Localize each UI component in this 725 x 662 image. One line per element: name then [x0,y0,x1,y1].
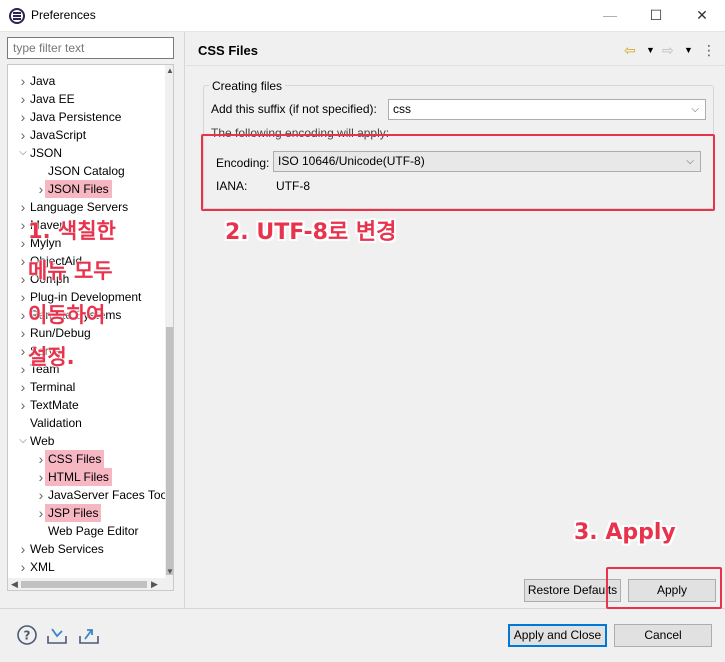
page-title: CSS Files [198,43,258,58]
suffix-value: css [393,102,411,116]
chevron-right-icon[interactable]: › [16,558,30,576]
chevron-right-icon[interactable]: › [16,126,30,144]
title-bar: Preferences — ☐ ✕ [0,0,725,32]
scroll-thumb[interactable] [166,327,173,575]
tree-item-label: Java [30,74,56,88]
chevron-down-icon: ⌵ [691,104,699,115]
filter-input[interactable] [7,37,174,59]
tree-item-label: TextMate [30,398,79,412]
tree-item-label: Terminal [30,380,76,394]
svg-text:?: ? [24,629,31,643]
window-title: Preferences [31,8,96,22]
tree-item-label: XML [30,560,55,574]
annotation-step-1-line-3: 이동하여 [28,303,106,327]
tree-item-label: JavaServer Faces Tools [48,488,174,502]
page-navigation: ⇦ ▼ ⇨ ▼ ⋮ [622,40,717,60]
tree-item-label: JSON Catalog [48,164,125,178]
annotation-step-3: 3. Apply [574,520,676,545]
eclipse-app-icon [9,8,25,24]
scroll-right-icon[interactable]: ▶ [148,578,161,590]
annotation-step-1-line-1: 1. 색칠한 [28,219,116,243]
chevron-right-icon[interactable]: › [16,540,30,558]
close-button[interactable]: ✕ [679,0,725,32]
tree-item-label: HTML Files [45,468,112,486]
chevron-right-icon[interactable]: › [16,396,30,414]
tree-item-label: Java EE [30,92,75,106]
tree-item-label: JSP Files [45,504,102,522]
annotation-step-1-line-2: 메뉴 모두 [28,259,113,283]
back-arrow-icon[interactable]: ⇦ [624,40,636,60]
export-icon[interactable] [78,624,100,646]
chevron-right-icon[interactable]: › [16,90,30,108]
tree-item-label: Validation [30,416,82,430]
suffix-combo[interactable]: css ⌵ [388,99,706,120]
apply-and-close-button[interactable]: Apply and Close [508,624,607,647]
encoding-highlight-box [201,134,715,211]
tree-vertical-scrollbar[interactable]: ▲ ▼ [165,65,173,578]
chevron-right-icon[interactable]: › [16,72,30,90]
hscroll-thumb[interactable] [21,581,147,588]
cancel-button[interactable]: Cancel [614,624,712,647]
header-separator [186,65,725,66]
annotation-step-1-line-4: 설정. [28,345,75,369]
annotation-step-2: 2. UTF-8로 변경 [225,220,397,245]
scroll-up-icon[interactable]: ▲ [165,65,173,77]
scroll-down-icon[interactable]: ▼ [165,566,173,578]
chevron-down-icon[interactable]: ⌵ [16,144,30,162]
suffix-label: Add this suffix (if not specified): [211,102,377,116]
import-icon[interactable] [46,624,68,646]
tree-item-label: JSON [30,146,63,160]
forward-menu-chevron-icon[interactable]: ▼ [684,40,693,60]
minimize-button[interactable]: — [587,0,633,32]
back-menu-chevron-icon[interactable]: ▼ [646,40,655,60]
tree-horizontal-scrollbar[interactable]: ◀ ▶ [8,578,173,590]
tree-item-label: Web [30,434,55,448]
chevron-right-icon[interactable]: › [34,486,48,504]
help-icon[interactable]: ? [16,624,38,646]
tree-item-label: Web Page Editor [48,524,139,538]
tree-item-label: CSS Files [45,450,105,468]
maximize-button[interactable]: ☐ [633,0,679,32]
tree-item-label: JavaScript [30,128,87,142]
view-menu-icon[interactable]: ⋮ [702,40,716,60]
chevron-right-icon[interactable]: › [16,378,30,396]
tree-item-label: JSON Files [45,180,112,198]
chevron-down-icon[interactable]: ⌵ [16,432,30,450]
scroll-left-icon[interactable]: ◀ [8,578,21,590]
panel-divider[interactable] [184,32,185,608]
apply-highlight-box [606,567,722,609]
chevron-right-icon[interactable]: › [16,108,30,126]
tree-item-label: Web Services [30,542,104,556]
tree-item-label: Java Persistence [30,110,122,124]
forward-arrow-icon[interactable]: ⇨ [662,40,674,60]
group-title: Creating files [209,79,286,93]
